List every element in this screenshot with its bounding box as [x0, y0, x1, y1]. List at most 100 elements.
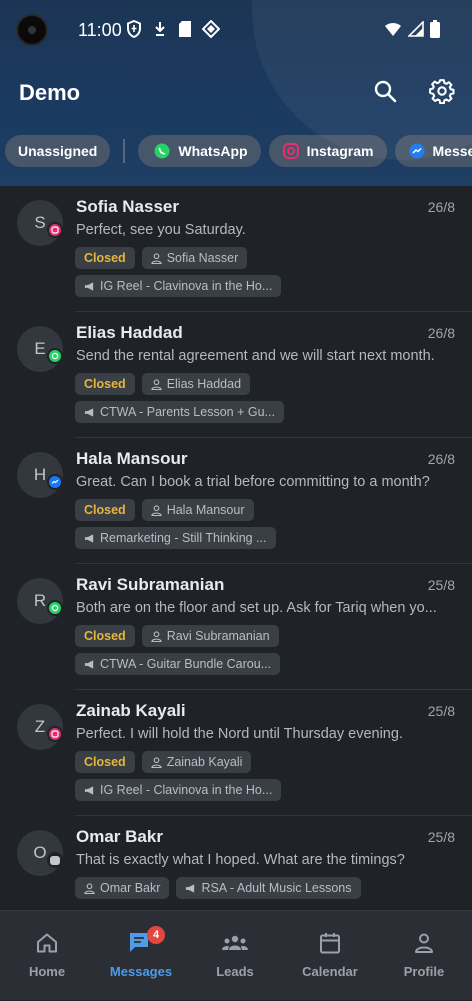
megaphone-icon [84, 281, 95, 292]
nav-messages[interactable]: 4 Messages [94, 911, 188, 1001]
message-preview: Perfect, see you Saturday. [76, 222, 456, 238]
vpn-icon [202, 20, 220, 38]
bottom-navigation: Home 4 Messages Leads Calendar Profile [0, 910, 472, 1000]
message-date: 26/8 [428, 451, 455, 467]
avatar-initial: S [34, 213, 45, 233]
message-date: 26/8 [428, 199, 455, 215]
conversation-row[interactable]: E Elias Haddad 26/8 Send the rental agre… [0, 312, 472, 438]
filter-label: Unassigned [18, 143, 97, 159]
status-time: 11:00 [78, 20, 122, 41]
filter-unassigned[interactable]: Unassigned [5, 135, 110, 167]
instagram-icon [47, 726, 63, 742]
unread-count-badge: 4 [147, 926, 165, 944]
nav-home[interactable]: Home [0, 911, 94, 1001]
assignee-name: Elias Haddad [167, 377, 241, 391]
person-icon [151, 631, 162, 642]
calendar-icon [283, 931, 377, 955]
conversation-list: S Sofia Nasser 26/8 Perfect, see you Sat… [0, 186, 472, 910]
message-preview: Great. Can I book a trial before committ… [76, 474, 456, 490]
person-icon [151, 757, 162, 768]
sd-card-icon [178, 20, 192, 38]
campaign-tag: Remarketing - Still Thinking ... [75, 527, 276, 549]
megaphone-icon [84, 533, 95, 544]
instagram-icon [283, 143, 299, 159]
nav-leads[interactable]: Leads [188, 911, 282, 1001]
message-preview: Send the rental agreement and we will st… [76, 348, 456, 364]
filter-messenger[interactable]: Messenger [395, 135, 472, 167]
status-badge: Closed [75, 247, 135, 269]
message-preview: Perfect. I will hold the Nord until Thur… [76, 726, 456, 742]
megaphone-icon [185, 883, 196, 894]
filter-instagram[interactable]: Instagram [269, 135, 387, 167]
person-icon [151, 505, 162, 516]
nav-label: Leads [188, 964, 282, 979]
contact-name: Ravi Subramanian [76, 575, 224, 595]
conversation-row[interactable]: R Ravi Subramanian 25/8 Both are on the … [0, 564, 472, 690]
campaign-name: CTWA - Parents Lesson + Gu... [100, 405, 275, 419]
assignee-tag: Zainab Kayali [142, 751, 252, 773]
message-date: 25/8 [428, 577, 455, 593]
megaphone-icon [84, 785, 95, 796]
megaphone-icon [84, 407, 95, 418]
filter-label: Instagram [307, 143, 374, 159]
message-date: 25/8 [428, 829, 455, 845]
shield-icon [126, 20, 142, 38]
status-bar: 11:00 [0, 0, 472, 60]
person-icon [377, 931, 471, 955]
assignee-name: Ravi Subramanian [167, 629, 270, 643]
avatar-initial: R [34, 591, 46, 611]
assignee-tag: Omar Bakr [75, 877, 169, 899]
app-header: 11:00 Demo Unassigned WhatsApp Instag [0, 0, 472, 186]
filter-whatsapp[interactable]: WhatsApp [138, 135, 260, 167]
filter-label: Messenger [433, 143, 472, 159]
sms-icon [47, 852, 63, 868]
filter-label: WhatsApp [178, 143, 247, 159]
conversation-row[interactable]: O Omar Bakr 25/8 That is exactly what I … [0, 816, 472, 910]
contact-name: Sofia Nasser [76, 197, 179, 217]
nav-label: Home [0, 964, 94, 979]
whatsapp-icon [47, 600, 63, 616]
nav-profile[interactable]: Profile [377, 911, 471, 1001]
camera-cutout [16, 14, 48, 46]
wifi-icon [384, 21, 402, 42]
conversation-row[interactable]: H Hala Mansour 26/8 Great. Can I book a … [0, 438, 472, 564]
status-badge: Closed [75, 499, 135, 521]
nav-label: Calendar [283, 964, 377, 979]
messenger-icon [47, 474, 63, 490]
assignee-tag: Elias Haddad [142, 373, 250, 395]
messenger-icon [409, 143, 425, 159]
filter-divider [123, 139, 125, 163]
message-preview: Both are on the floor and set up. Ask fo… [76, 600, 456, 616]
conversation-row[interactable]: Z Zainab Kayali 25/8 Perfect. I will hol… [0, 690, 472, 816]
conversation-row[interactable]: S Sofia Nasser 26/8 Perfect, see you Sat… [0, 186, 472, 312]
contact-name: Hala Mansour [76, 449, 187, 469]
campaign-tag: CTWA - Parents Lesson + Gu... [75, 401, 284, 423]
search-button[interactable] [370, 78, 400, 108]
campaign-tag: CTWA - Guitar Bundle Carou... [75, 653, 280, 675]
campaign-name: CTWA - Guitar Bundle Carou... [100, 657, 271, 671]
avatar-initial: E [34, 339, 45, 359]
contact-name: Omar Bakr [76, 827, 163, 847]
settings-button[interactable] [427, 78, 457, 108]
campaign-tag: IG Reel - Clavinova in the Ho... [75, 779, 281, 801]
battery-icon [430, 20, 440, 43]
nav-calendar[interactable]: Calendar [283, 911, 377, 1001]
assignee-tag: Sofia Nasser [142, 247, 248, 269]
whatsapp-icon [154, 143, 170, 159]
person-icon [84, 883, 95, 894]
app-title: Demo [19, 80, 80, 106]
person-icon [151, 379, 162, 390]
contact-name: Elias Haddad [76, 323, 183, 343]
campaign-name: IG Reel - Clavinova in the Ho... [100, 279, 272, 293]
campaign-name: RSA - Adult Music Lessons [201, 881, 351, 895]
message-preview: That is exactly what I hoped. What are t… [76, 852, 456, 868]
campaign-tag: RSA - Adult Music Lessons [176, 877, 360, 899]
assignee-tag: Hala Mansour [142, 499, 254, 521]
assignee-name: Zainab Kayali [167, 755, 243, 769]
nav-label: Profile [377, 964, 471, 979]
person-icon [151, 253, 162, 264]
download-icon [152, 20, 168, 38]
campaign-name: IG Reel - Clavinova in the Ho... [100, 783, 272, 797]
status-badge: Closed [75, 625, 135, 647]
status-badge: Closed [75, 373, 135, 395]
